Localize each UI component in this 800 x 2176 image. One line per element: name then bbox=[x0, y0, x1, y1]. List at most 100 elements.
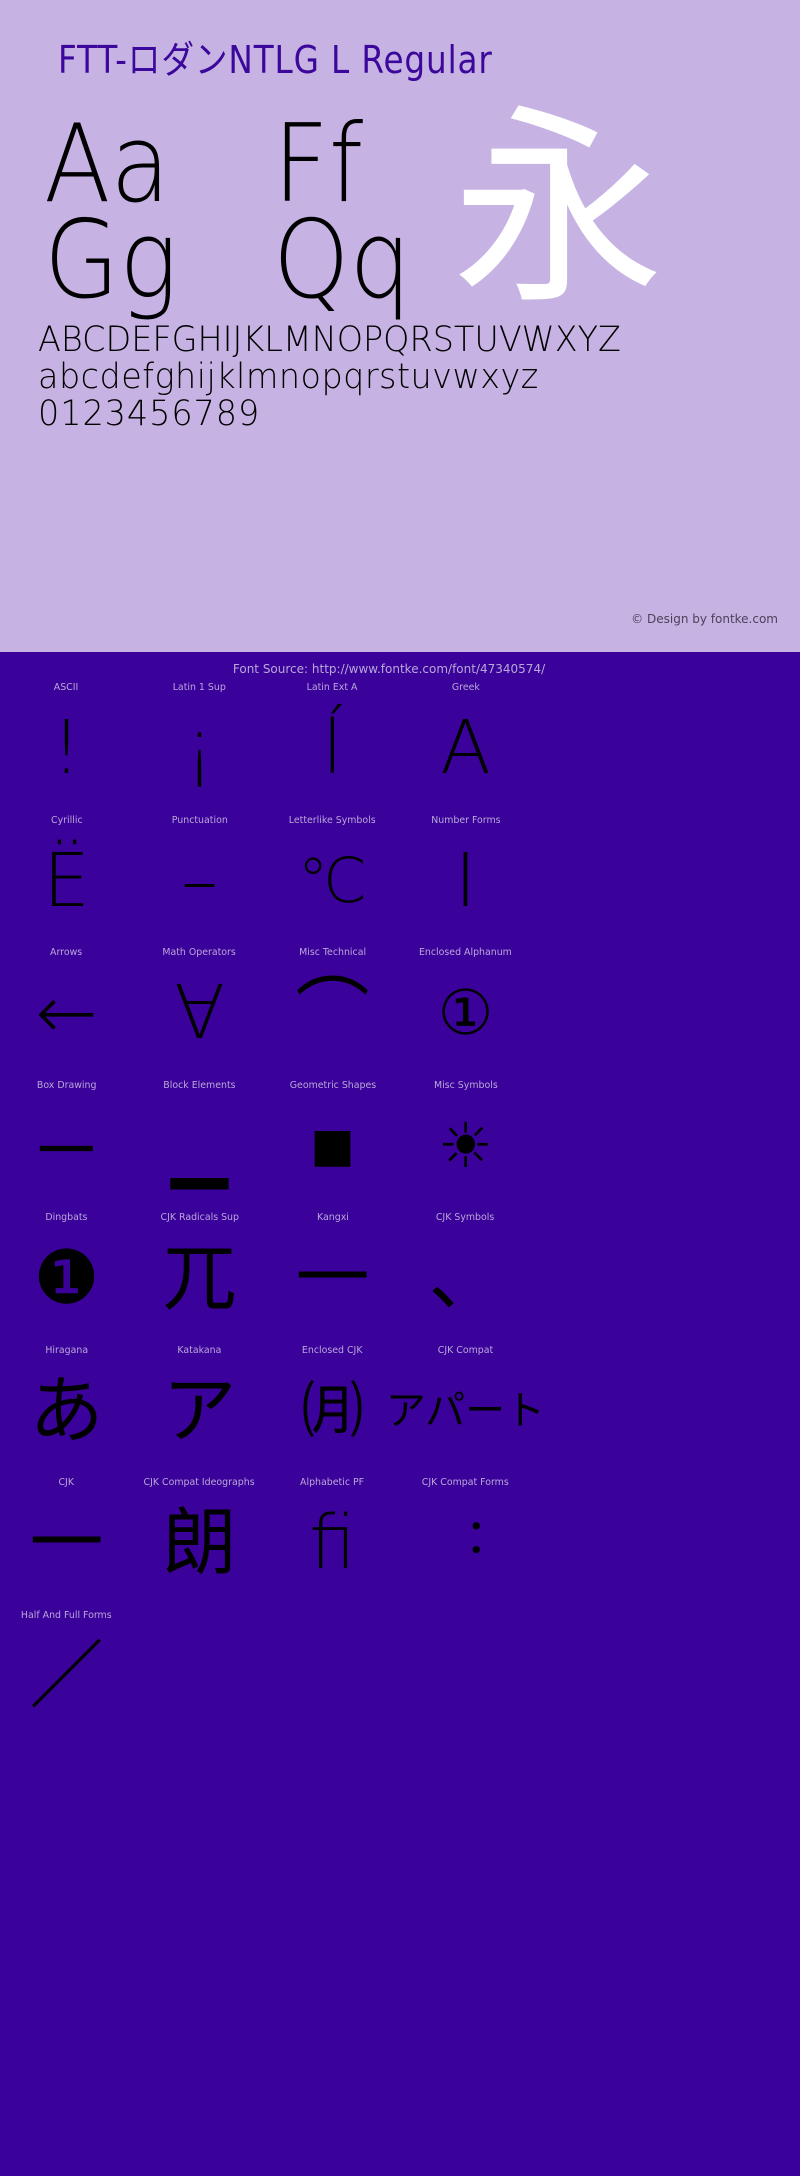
block-glyph: ! bbox=[51, 705, 82, 791]
block-label: Cyrillic bbox=[50, 814, 83, 826]
block-glyph: ☀ bbox=[437, 1108, 494, 1182]
unicode-block-grid: ASCII ! Latin 1 Sup ¡ Latin Ext A ĺ Gree… bbox=[0, 682, 576, 1742]
block-label: Greek bbox=[451, 682, 480, 693]
block-glyph: ﬁ bbox=[309, 1500, 356, 1586]
block-label: Number Forms bbox=[430, 814, 501, 826]
block-cell: Geometric Shapes ■ bbox=[266, 1080, 399, 1213]
block-cell: Latin 1 Sup ¡ bbox=[133, 682, 266, 815]
block-cell: Greek Α bbox=[399, 682, 532, 815]
block-glyph: Ё bbox=[43, 837, 90, 924]
block-label: CJK Symbols bbox=[436, 1212, 495, 1223]
block-glyph: – bbox=[181, 837, 218, 924]
block-label: Punctuation bbox=[171, 814, 228, 826]
block-label: CJK Compat bbox=[437, 1344, 494, 1356]
block-cell: CJK Compat Ideographs 朗 bbox=[133, 1477, 266, 1610]
block-row: Dingbats ❶ CJK Radicals Sup 兀 Kangxi 一 C… bbox=[0, 1212, 576, 1345]
font-source-link[interactable]: Font Source: http://www.fontke.com/font/… bbox=[0, 662, 800, 677]
block-label: Enclosed Alphanum bbox=[419, 947, 512, 958]
specimen-panel: FTT-ロダンNTLG L Regular Aa Ff Gg Qq 永 ABCD… bbox=[0, 0, 800, 652]
block-label: Geometric Shapes bbox=[289, 1079, 376, 1091]
block-glyph: ❶ bbox=[33, 1235, 100, 1321]
block-glyph: 一 bbox=[295, 1235, 370, 1321]
block-cell: Latin Ext A ĺ bbox=[266, 682, 399, 815]
block-cell: Misc Technical ⌒ bbox=[266, 947, 399, 1080]
block-row: CJK 一 CJK Compat Ideographs 朗 Alphabetic… bbox=[0, 1477, 576, 1610]
block-cell: CJK Compat アパート bbox=[386, 1344, 545, 1478]
block-glyph: ▁ bbox=[171, 1102, 228, 1189]
glyph-strings: ABCDEFGHIJKLMNOPQRSTUVWXYZ abcdefghijklm… bbox=[38, 322, 778, 433]
block-cell: CJK Radicals Sup 兀 bbox=[133, 1212, 266, 1345]
font-title: FTT-ロダンNTLG L Regular bbox=[58, 38, 493, 82]
block-label: Arrows bbox=[50, 947, 83, 958]
block-glyph: 兀 bbox=[162, 1235, 237, 1321]
block-glyph: ─ bbox=[40, 1102, 93, 1189]
block-label: Misc Symbols bbox=[433, 1079, 498, 1091]
block-glyph: ⌒ bbox=[295, 970, 370, 1056]
block-cell: Punctuation – bbox=[133, 815, 266, 948]
unicode-blocks-panel: Font Source: http://www.fontke.com/font/… bbox=[0, 652, 800, 2176]
block-cell: CJK 一 bbox=[0, 1477, 133, 1610]
block-cell: Kangxi 一 bbox=[266, 1212, 399, 1345]
block-label: Kangxi bbox=[316, 1212, 349, 1223]
block-cell: Half And Full Forms ／ bbox=[0, 1610, 133, 1743]
block-glyph: ■ bbox=[310, 1102, 355, 1189]
block-label: Box Drawing bbox=[36, 1079, 97, 1091]
block-cell: Dingbats ❶ bbox=[0, 1212, 133, 1345]
block-row: Arrows ← Math Operators ∀ Misc Technical… bbox=[0, 947, 576, 1080]
block-label: Misc Technical bbox=[299, 947, 366, 958]
block-label: Alphabetic PF bbox=[300, 1477, 365, 1488]
copyright-notice: © Design by fontke.com bbox=[631, 612, 778, 626]
block-glyph: Α bbox=[440, 705, 491, 791]
block-label: Latin 1 Sup bbox=[172, 682, 227, 693]
block-glyph: ／ bbox=[29, 1632, 104, 1719]
block-cell: CJK Symbols 、 bbox=[399, 1212, 532, 1345]
block-cell: Letterlike Symbols ℃ bbox=[266, 815, 399, 948]
lowercase-alphabet: abcdefghijklmnopqrstuvwxyz bbox=[38, 357, 539, 397]
block-label: Katakana bbox=[177, 1344, 222, 1356]
block-label: Math Operators bbox=[162, 947, 237, 958]
block-glyph: あ bbox=[29, 1367, 104, 1454]
block-row: Box Drawing ─ Block Elements ▁ Geometric… bbox=[0, 1080, 576, 1213]
block-cell: Box Drawing ─ bbox=[0, 1080, 133, 1213]
block-glyph: 一 bbox=[29, 1500, 104, 1586]
block-label: CJK Radicals Sup bbox=[160, 1212, 239, 1223]
block-row: Half And Full Forms ／ bbox=[0, 1610, 576, 1743]
block-cell: Arrows ← bbox=[0, 947, 133, 1080]
block-cell: Number Forms Ⅰ bbox=[399, 815, 532, 948]
block-cell: Hiragana あ bbox=[0, 1345, 133, 1478]
block-cell: Enclosed Alphanum ① bbox=[399, 947, 532, 1080]
block-glyph: ∀ bbox=[174, 970, 225, 1056]
block-glyph: Ⅰ bbox=[454, 837, 477, 924]
block-glyph: ℃ bbox=[297, 843, 368, 917]
block-glyph: ︓ bbox=[441, 1515, 490, 1571]
block-label: Hiragana bbox=[45, 1344, 88, 1356]
block-row: Cyrillic Ё Punctuation – Letterlike Symb… bbox=[0, 815, 576, 948]
block-cell: Katakana ア bbox=[133, 1345, 266, 1478]
block-glyph: ㈪ bbox=[301, 1373, 364, 1447]
digit-string: 0123456789 bbox=[38, 394, 261, 434]
block-glyph: ¡ bbox=[184, 705, 215, 791]
big-sample-pair: Gg bbox=[44, 198, 178, 323]
showcase-cjk-glyph: 永 bbox=[452, 86, 664, 333]
block-label: Dingbats bbox=[45, 1212, 88, 1223]
block-glyph: ① bbox=[437, 976, 494, 1049]
block-cell: CJK Compat Forms ︓ bbox=[399, 1477, 532, 1610]
block-label: ASCII bbox=[54, 682, 79, 693]
block-cell: Alphabetic PF ﬁ bbox=[266, 1477, 399, 1610]
block-row: Hiragana あ Katakana ア Enclosed CJK ㈪ CJK… bbox=[0, 1345, 576, 1478]
block-cell: Enclosed CJK ㈪ bbox=[266, 1345, 399, 1478]
block-cell: Block Elements ▁ bbox=[133, 1080, 266, 1213]
block-glyph: ĺ bbox=[322, 705, 343, 791]
block-label: Latin Ext A bbox=[307, 682, 358, 693]
block-label: Enclosed CJK bbox=[302, 1344, 363, 1356]
block-cell: ASCII ! bbox=[0, 682, 133, 815]
block-glyph: ア bbox=[162, 1367, 237, 1454]
block-cell: Misc Symbols ☀ bbox=[399, 1080, 532, 1213]
block-glyph: ← bbox=[35, 970, 98, 1056]
block-label: CJK Compat Forms bbox=[422, 1477, 509, 1488]
block-label: Block Elements bbox=[163, 1079, 236, 1091]
block-label: Letterlike Symbols bbox=[289, 814, 376, 826]
block-glyph: 朗 bbox=[162, 1500, 237, 1586]
uppercase-alphabet: ABCDEFGHIJKLMNOPQRSTUVWXYZ bbox=[38, 320, 621, 360]
big-sample-pair: Qq bbox=[273, 198, 412, 323]
